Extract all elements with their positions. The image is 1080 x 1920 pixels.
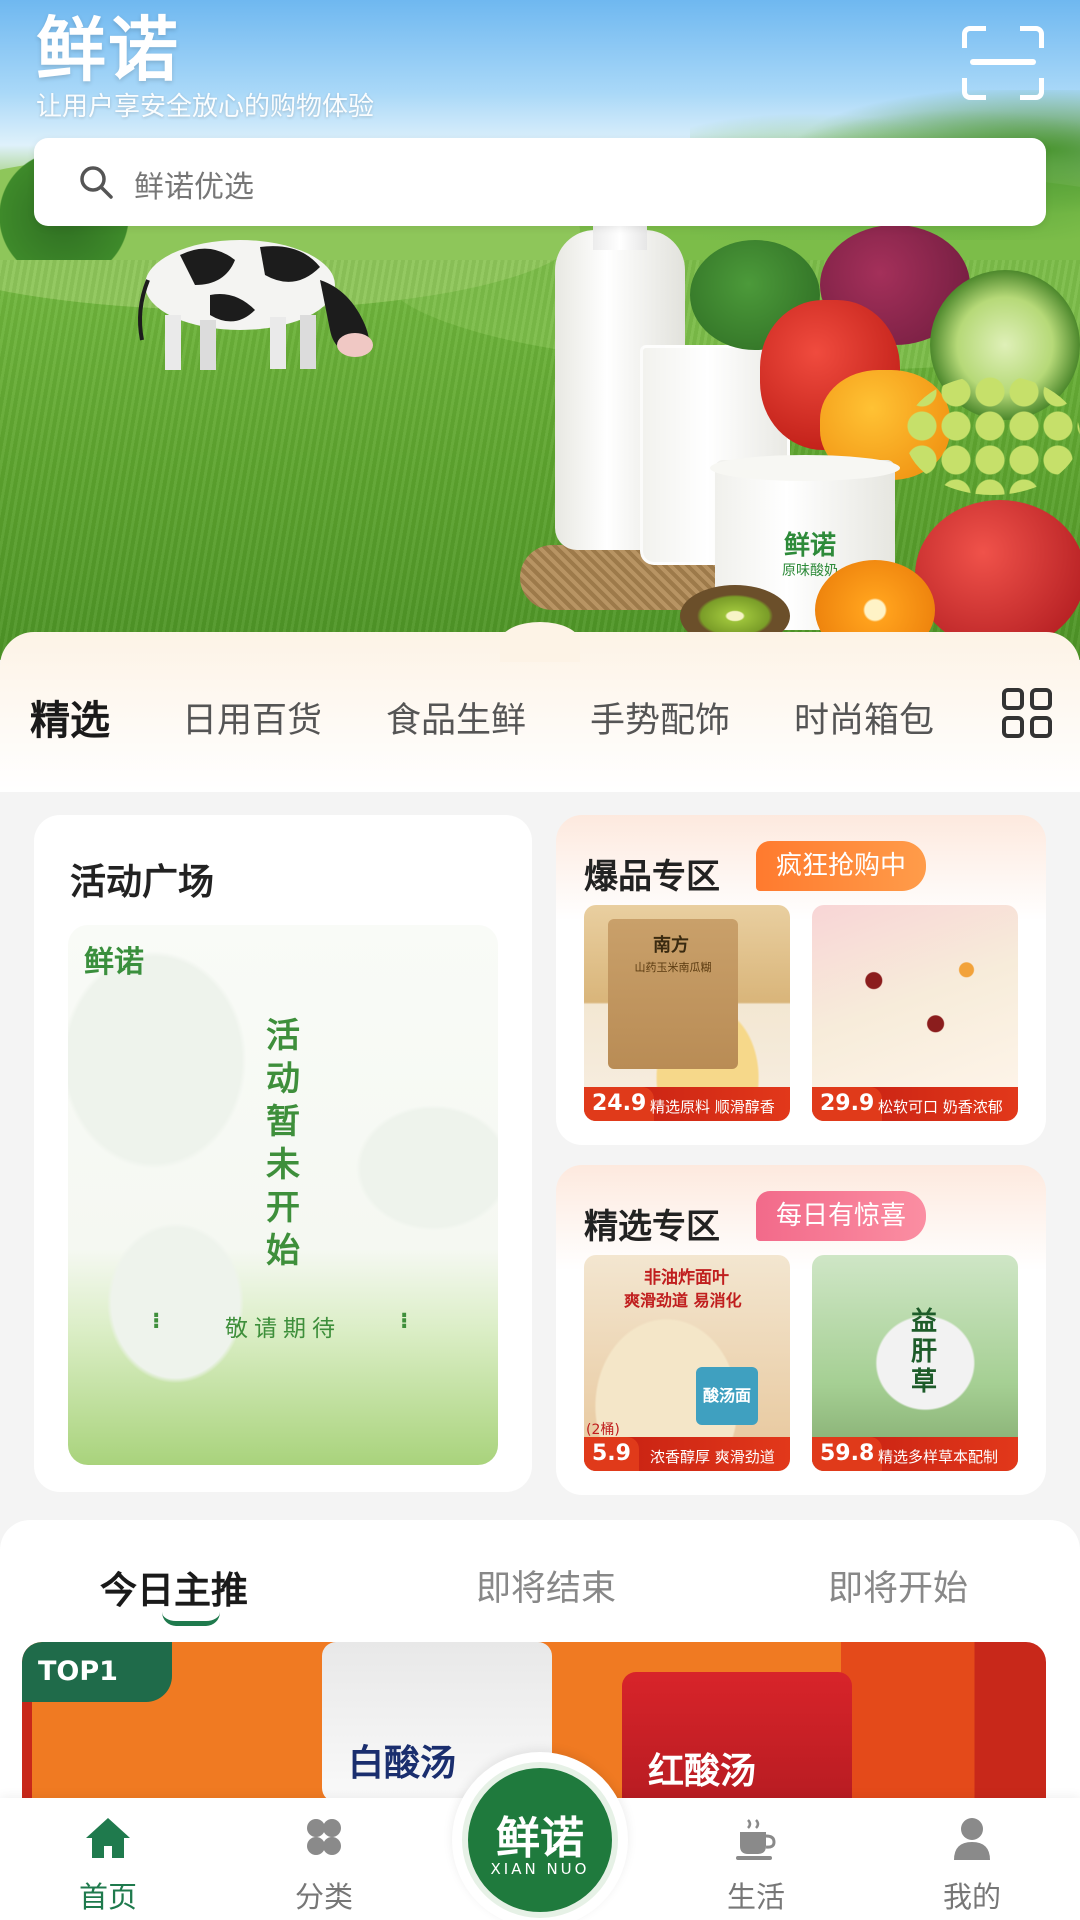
sparkle-icon: ⁝ xyxy=(400,1309,409,1334)
search-placeholder: 鲜诺优选 xyxy=(134,170,254,205)
product-subline: 爽滑劲道 易消化 xyxy=(624,1291,742,1310)
product-thumb[interactable]: 益肝草 59.8 精选多样草本配制 xyxy=(812,1255,1018,1471)
product-price: 5.9 xyxy=(584,1437,639,1471)
nav-label: 我的 xyxy=(942,1880,1001,1914)
center-logo-badge: 鲜诺 XIAN NUO xyxy=(462,1762,618,1918)
top-rank-badge: TOP1 xyxy=(22,1642,172,1702)
package-brand: 南方 xyxy=(653,935,689,956)
product-tag: 精选多样草本配制 xyxy=(878,1448,999,1466)
category-notch xyxy=(500,622,580,662)
active-tab-indicator xyxy=(162,1612,220,1626)
yogurt-lid xyxy=(710,455,900,481)
category-icon xyxy=(307,1819,341,1855)
apple xyxy=(915,500,1080,650)
select-zone-title: 精选专区 xyxy=(584,1207,720,1247)
nav-category[interactable]: 分类 xyxy=(254,1798,394,1920)
product-tag: 浓香醇厚 爽滑劲道 xyxy=(650,1448,775,1466)
product-tag: 松软可口 奶香浓郁 xyxy=(878,1098,1003,1116)
product-thumb[interactable]: 南方 山药玉米南瓜糊 24.9 精选原料 顺滑醇香 xyxy=(584,905,790,1121)
category-tab-accessories[interactable]: 手势配饰 xyxy=(590,692,730,743)
product-price: 29.9 xyxy=(812,1087,883,1121)
slogan: 让用户享安全放心的购物体验 xyxy=(36,92,375,122)
pouch-label: 白酸汤 xyxy=(348,1743,457,1784)
activity-logo: 鲜诺 xyxy=(84,945,144,980)
nav-life[interactable]: 生活 xyxy=(686,1798,826,1920)
category-tab-bags[interactable]: 时尚箱包 xyxy=(794,692,934,743)
center-logo-sub: XIAN NUO xyxy=(490,1860,590,1878)
product-price: 24.9 xyxy=(584,1087,655,1121)
scan-icon[interactable] xyxy=(962,26,1044,100)
hero-banner[interactable]: 鲜诺 原味酸奶 鲜诺 让用户享安全放心的购物体验 鲜诺优选 xyxy=(0,0,1080,660)
package-name: 酸汤面叶 xyxy=(696,1367,758,1463)
activity-subtitle: 敬请期待 xyxy=(225,1316,341,1342)
product-price: 59.8 xyxy=(812,1437,883,1471)
tab-starting-soon[interactable]: 即将开始 xyxy=(828,1560,968,1611)
cow-illustration xyxy=(138,240,373,370)
nav-mine[interactable]: 我的 xyxy=(902,1798,1042,1920)
activity-card[interactable]: 活动广场 鲜诺 活 动 暂 未 开 始 ⁝ 敬请期待 ⁝ xyxy=(34,815,532,1492)
grid-icon[interactable] xyxy=(1002,688,1056,742)
product-unit: (2桶) xyxy=(586,1422,620,1438)
search-bar[interactable]: 鲜诺优选 xyxy=(34,138,1046,226)
product-tag: 精选原料 顺滑醇香 xyxy=(650,1098,775,1116)
package-name: 山药玉米南瓜糊 xyxy=(634,961,712,974)
center-logo-button[interactable]: 鲜诺 XIAN NUO xyxy=(452,1752,628,1920)
activity-title: 活动广场 xyxy=(70,862,215,903)
search-icon xyxy=(80,166,113,199)
tab-today-featured[interactable]: 今日主推 xyxy=(100,1560,248,1614)
user-icon xyxy=(954,1818,990,1860)
center-logo-text: 鲜诺 xyxy=(496,1813,584,1864)
app-logo: 鲜诺 xyxy=(36,9,180,91)
select-zone-badge: 每日有惊喜 xyxy=(756,1191,927,1241)
product-thumb[interactable]: 非油炸面叶 爽滑劲道 易消化 酸汤面叶 5.9 (2桶) 浓香醇厚 爽滑劲道 xyxy=(584,1255,790,1471)
nav-label: 首页 xyxy=(78,1880,137,1914)
nav-home[interactable]: 首页 xyxy=(38,1798,178,1920)
select-zone-card[interactable]: 精选专区 每日有惊喜 非油炸面叶 爽滑劲道 易消化 酸汤面叶 5.9 (2桶) … xyxy=(556,1165,1046,1495)
nav-label: 生活 xyxy=(726,1880,785,1914)
home-icon xyxy=(86,1818,130,1858)
hot-zone-card[interactable]: 爆品专区 疯狂抢购中 南方 山药玉米南瓜糊 24.9 精选原料 顺滑醇香 29.… xyxy=(556,815,1046,1145)
category-tab-daily[interactable]: 日用百货 xyxy=(182,692,322,743)
hot-zone-title: 爆品专区 xyxy=(584,857,720,897)
product-headline: 非油炸面叶 xyxy=(644,1268,729,1288)
category-tab-food[interactable]: 食品生鲜 xyxy=(386,692,526,743)
activity-status-text: 活 动 暂 未 开 始 xyxy=(266,1016,300,1271)
pouch-label: 红酸汤 xyxy=(648,1751,757,1792)
yogurt-brand: 鲜诺 xyxy=(783,531,836,561)
activity-banner[interactable]: 鲜诺 活 动 暂 未 开 始 ⁝ 敬请期待 ⁝ xyxy=(68,925,498,1465)
tab-ending-soon[interactable]: 即将结束 xyxy=(476,1560,616,1611)
category-tab-selected[interactable]: 精选 xyxy=(30,688,110,746)
hot-zone-badge: 疯狂抢购中 xyxy=(756,841,927,891)
nav-label: 分类 xyxy=(294,1880,353,1914)
grapes xyxy=(905,375,1080,495)
product-thumb[interactable]: 29.9 松软可口 奶香浓郁 xyxy=(812,905,1018,1121)
coffee-icon xyxy=(736,1819,776,1860)
can-label: 益肝草 xyxy=(910,1307,937,1397)
